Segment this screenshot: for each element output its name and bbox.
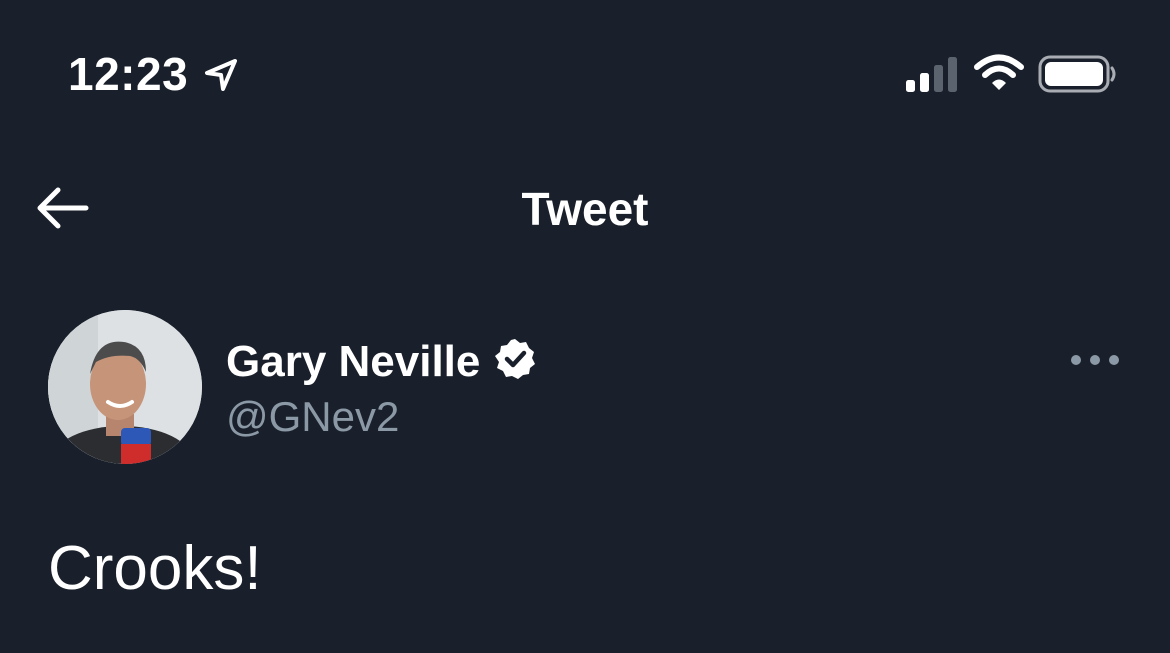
author-avatar[interactable] <box>48 310 202 464</box>
avatar-photo <box>48 310 202 464</box>
author-handle[interactable]: @GNev2 <box>226 392 399 442</box>
status-bar: 12:23 <box>0 0 1170 150</box>
page-title: Tweet <box>521 183 649 235</box>
navigation-bar: Tweet <box>0 150 1170 270</box>
more-options-icon[interactable] <box>1068 344 1122 376</box>
cellular-signal-icon <box>906 57 957 92</box>
wifi-icon <box>974 54 1024 90</box>
tweet-text: Crooks! <box>48 534 262 603</box>
location-arrow-icon <box>205 59 237 91</box>
status-time: 12:23 <box>68 48 189 100</box>
verified-badge-icon <box>495 339 535 379</box>
tweet-author-header: Gary Neville @GNev2 <box>0 300 1170 480</box>
battery-icon <box>1038 55 1116 93</box>
author-display-name[interactable]: Gary Neville <box>226 336 480 388</box>
